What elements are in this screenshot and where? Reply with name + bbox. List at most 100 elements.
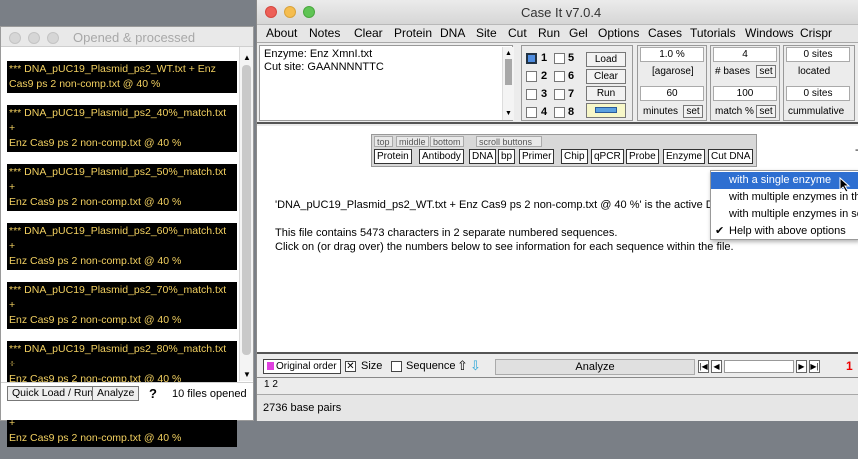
match-label: match % <box>715 106 754 117</box>
menu-site[interactable]: Site <box>476 26 497 40</box>
size-label: Size <box>361 360 383 372</box>
menu-clear[interactable]: Clear <box>354 26 383 40</box>
gel-preview-icon <box>595 107 617 113</box>
run-button[interactable]: Run <box>586 86 626 101</box>
scroll-up-icon[interactable]: ▲ <box>243 53 251 62</box>
menu-options[interactable]: Options <box>598 26 639 40</box>
left-window-titlebar: Opened & processed <box>1 27 253 47</box>
lane-1-checkbox[interactable] <box>526 53 537 64</box>
menu-gel[interactable]: Gel <box>569 26 588 40</box>
prev-page-icon[interactable]: ◀ <box>711 360 722 373</box>
load-button[interactable]: Load <box>586 52 626 67</box>
minutes-value[interactable]: 60 <box>640 86 704 101</box>
palette-tab-scroll-buttons[interactable]: scroll buttons <box>476 136 542 147</box>
palette-cut-dna-button[interactable]: Cut DNA <box>708 149 754 164</box>
page-slider[interactable] <box>724 360 794 373</box>
palette-probe-button[interactable]: Probe <box>626 149 659 164</box>
lane-7-checkbox[interactable] <box>554 89 565 100</box>
size-checkbox[interactable]: ✕ <box>345 361 356 372</box>
match-value[interactable]: 100 <box>713 86 777 101</box>
lane-4-checkbox[interactable] <box>526 107 537 118</box>
base-pairs-status: 2736 base pairs <box>263 402 342 414</box>
agarose-value[interactable]: 1.0 % <box>640 47 704 62</box>
palette-bp-button[interactable]: bp <box>498 149 516 164</box>
menu-cut[interactable]: Cut <box>508 26 527 40</box>
menu-multiple-enzymes-same[interactable]: with multiple enzymes in the <box>711 189 858 206</box>
processed-file-item[interactable]: *** DNA_pUC19_Plasmid_ps2_WT.txt + Enz Ca… <box>7 61 237 93</box>
menu-windows[interactable]: Windows <box>745 26 794 40</box>
sequence-checkbox[interactable] <box>391 361 402 372</box>
palette-dna-button[interactable]: DNA <box>469 149 497 164</box>
content-area: top middle bottom scroll buttons Protein… <box>257 126 858 354</box>
palette-protein-button[interactable]: Protein <box>374 149 412 164</box>
close-icon[interactable] <box>9 32 21 44</box>
enzyme-line: ENZYME: Enz XmnI.txt <box>8 355 118 367</box>
cumulative-label: cummulative <box>788 106 845 117</box>
original-order-button[interactable]: Original order <box>263 359 341 374</box>
left-analyze-button[interactable]: Analyze <box>92 386 140 401</box>
menu-tutorials[interactable]: Tutorials <box>690 26 736 40</box>
scroll-down-icon[interactable]: ▼ <box>243 370 251 379</box>
last-page-icon[interactable]: ▶| <box>809 360 820 373</box>
bases-set-button[interactable]: set <box>756 65 776 78</box>
opened-processed-window: Opened & processed *** DNA_pUC19_Plasmid… <box>0 26 254 447</box>
bases-value[interactable]: 4 <box>713 47 777 62</box>
analyze-field[interactable]: Analyze <box>495 359 695 375</box>
file-line-2: Enz Cas9 ps 2 non-comp.txt @ 40 % <box>9 137 182 149</box>
menu-notes[interactable]: Notes <box>309 26 340 40</box>
first-page-icon[interactable]: |◀ <box>698 360 709 373</box>
scroll-thumb[interactable] <box>505 59 512 85</box>
palette-tab-top[interactable]: top <box>374 136 393 147</box>
clear-button[interactable]: Clear <box>586 69 626 84</box>
palette-qpcr-button[interactable]: qPCR <box>591 149 624 164</box>
lane-6-checkbox[interactable] <box>554 71 565 82</box>
agarose-param: 1.0 % [agarose] 60 minutes set <box>637 45 707 121</box>
palette-chip-button[interactable]: Chip <box>561 149 588 164</box>
menu-cases[interactable]: Cases <box>648 26 682 40</box>
menu-help-options[interactable]: ✔ Help with above options <box>711 223 858 239</box>
info-scrollbar[interactable]: ▲ ▼ <box>502 47 514 120</box>
scroll-down-icon[interactable]: ▼ <box>505 107 512 120</box>
cut-site: Cut site: GAANNNNTTC <box>264 61 384 73</box>
close-icon[interactable] <box>265 6 277 18</box>
file-line-1: *** DNA_pUC19_Plasmid_ps2_70%_match.txt … <box>9 284 227 311</box>
menu-single-enzyme[interactable]: with a single enzyme <box>711 172 858 189</box>
scroll-thumb[interactable] <box>242 65 251 355</box>
menu-multiple-enzymes-separate[interactable]: with multiple enzymes in sep <box>711 206 858 223</box>
processed-file-item[interactable]: *** DNA_pUC19_Plasmid_ps2_60%_match.txt … <box>7 223 237 270</box>
arrow-down-icon[interactable]: ⇩ <box>470 358 481 374</box>
sequence-numbers[interactable]: 1 2 <box>264 379 278 390</box>
zoom-icon[interactable] <box>303 6 315 18</box>
gel-preview-button[interactable] <box>586 103 626 118</box>
minimize-icon[interactable] <box>28 32 40 44</box>
arrow-up-icon[interactable]: ⇧ <box>457 358 468 374</box>
palette-antibody-button[interactable]: Antibody <box>419 149 464 164</box>
palette-tab-bottom[interactable]: bottom <box>430 136 464 147</box>
lane-2-checkbox[interactable] <box>526 71 537 82</box>
next-page-icon[interactable]: ▶ <box>796 360 807 373</box>
lane-3-label: 3 <box>541 88 548 100</box>
lane-3-checkbox[interactable] <box>526 89 537 100</box>
palette-tab-middle[interactable]: middle <box>396 136 429 147</box>
minimize-icon[interactable] <box>284 6 296 18</box>
menu-protein[interactable]: Protein <box>394 26 432 40</box>
processed-file-item[interactable]: *** DNA_pUC19_Plasmid_ps2_40%_match.txt … <box>7 105 237 152</box>
lane-5-checkbox[interactable] <box>554 53 565 64</box>
menu-about[interactable]: About <box>266 26 297 40</box>
status-bar: 2736 base pairs <box>257 394 858 421</box>
left-bottom-bar: Quick Load / Run Analyze ? 10 files open… <box>1 382 253 420</box>
zoom-icon[interactable] <box>47 32 59 44</box>
match-set-button[interactable]: set <box>756 105 776 118</box>
menu-dna[interactable]: DNA <box>440 26 465 40</box>
palette-enzyme-button[interactable]: Enzyme <box>663 149 706 164</box>
menu-crispr[interactable]: Crispr <box>800 26 832 40</box>
minutes-set-button[interactable]: set <box>683 105 703 118</box>
left-scrollbar[interactable]: ▲ ▼ <box>239 47 253 381</box>
quick-load-run-button[interactable]: Quick Load / Run <box>7 386 99 401</box>
menu-run[interactable]: Run <box>538 26 560 40</box>
help-icon[interactable]: ? <box>149 386 157 401</box>
processed-file-item[interactable]: *** DNA_pUC19_Plasmid_ps2_50%_match.txt … <box>7 164 237 211</box>
processed-file-item[interactable]: *** DNA_pUC19_Plasmid_ps2_70%_match.txt … <box>7 282 237 329</box>
lane-8-checkbox[interactable] <box>554 107 565 118</box>
palette-primer-button[interactable]: Primer <box>519 149 555 164</box>
